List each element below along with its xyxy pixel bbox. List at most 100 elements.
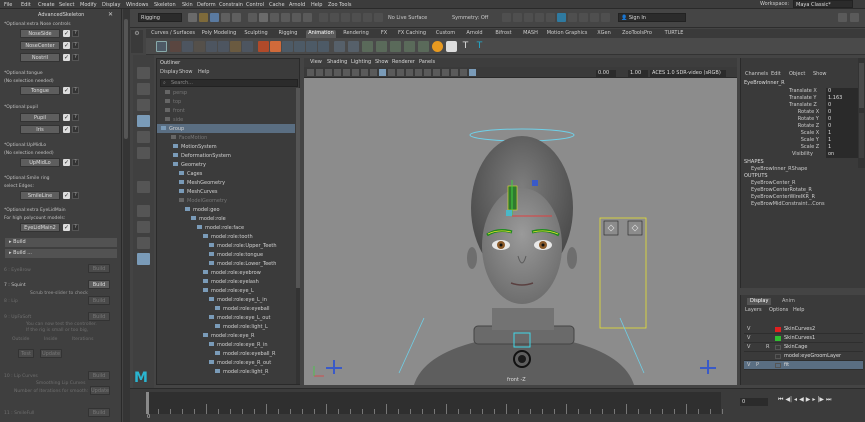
menu-display[interactable]: Display (102, 2, 120, 8)
face-control-slot[interactable] (627, 220, 643, 236)
layer-color-swatch[interactable] (775, 327, 781, 332)
play-backward-icon[interactable]: ◀ (799, 397, 804, 407)
output-node[interactable]: EyeBrowCenterWireIKR_R (751, 195, 815, 200)
iris-extra[interactable]: ? (72, 126, 79, 133)
channel-name[interactable]: Rotate Y (798, 117, 819, 122)
shelf-tab-arnold[interactable]: Arnold (462, 30, 487, 38)
outliner-item[interactable]: model:role:Lower_Teeth (157, 259, 295, 268)
outliner-item[interactable]: model:role:eye_L (157, 286, 295, 295)
shelf-tool-icon[interactable] (218, 41, 229, 52)
layer-visibility-toggle[interactable]: V (747, 327, 750, 332)
neck-mesh[interactable] (492, 308, 554, 330)
menu-control[interactable]: Control (246, 2, 264, 8)
camera-icon[interactable] (325, 69, 332, 76)
outliner-item[interactable]: model:role:light_R (157, 367, 295, 376)
arnold-icon[interactable] (568, 13, 577, 22)
layer-row[interactable]: V SkinCurves1 (744, 334, 863, 343)
go-to-start-icon[interactable]: ⏮ (778, 397, 783, 407)
outliner-menu-help[interactable]: Help (198, 70, 209, 75)
layer-row[interactable]: V Pfit (744, 361, 863, 370)
output-node[interactable]: EyeBrowCenter_R (751, 181, 796, 186)
layer-visibility-toggle[interactable]: V (747, 363, 750, 368)
layer-name[interactable]: SkinCurves2 (784, 327, 815, 332)
tongue-checkbox[interactable]: ✓ (63, 87, 70, 94)
shelf-tool-icon[interactable] (258, 41, 269, 52)
layer-color-swatch[interactable] (775, 354, 781, 359)
select-tool-icon[interactable] (137, 67, 150, 79)
ik-controller-left[interactable] (326, 360, 342, 374)
outliner-item[interactable]: model:role:eye_R_in (157, 340, 295, 349)
smile-line-button[interactable]: SmileLine (20, 191, 60, 200)
channel-menu-show[interactable]: Show (813, 72, 827, 77)
channel-name[interactable]: Visibility (792, 152, 813, 157)
viewport[interactable]: View Shading Lighting Show Renderer Panels 0.… (304, 58, 737, 385)
outliner-item[interactable]: model:role:tooth (157, 232, 295, 241)
shelf-tool-icon[interactable] (318, 41, 329, 52)
shelf-gear-icon[interactable]: ⚙ (131, 30, 143, 53)
squint-build-button[interactable]: Build (88, 280, 110, 289)
layer-tab-display[interactable]: Display (747, 298, 772, 305)
attribute-editor-side-tab[interactable] (859, 113, 864, 158)
snap-surface-icon[interactable] (363, 13, 372, 22)
ear-left[interactable] (467, 247, 477, 269)
shading-icon[interactable] (451, 69, 458, 76)
ear-right[interactable] (567, 247, 577, 269)
update-button[interactable]: Update (40, 349, 62, 358)
scale-tool-icon[interactable] (137, 147, 150, 159)
nose-center-extra[interactable]: ? (72, 42, 79, 49)
outliner-item[interactable]: model:role:Upper_Teeth (157, 241, 295, 250)
layer-color-swatch[interactable] (775, 363, 781, 368)
shelf-tool-icon[interactable] (376, 41, 387, 52)
layer-row[interactable]: model:eyeGroomLayer (744, 352, 863, 361)
paint-select-icon[interactable] (137, 99, 150, 111)
play-forward-icon[interactable]: ▶ (806, 397, 811, 407)
step-back-key-icon[interactable]: ◀| (785, 397, 792, 407)
toggle-icon[interactable] (590, 13, 599, 22)
nose-center-checkbox[interactable]: ✓ (63, 42, 70, 49)
shelf-tool-icon[interactable] (194, 41, 205, 52)
shelf-tool-icon[interactable] (418, 41, 429, 52)
outliner-item[interactable]: Group (157, 124, 295, 133)
redo-icon[interactable] (232, 13, 241, 22)
grid-icon[interactable] (379, 69, 386, 76)
tongue-button[interactable]: Tongue (20, 86, 60, 95)
channel-name[interactable]: Rotate Z (798, 124, 819, 129)
sign-in-dropdown[interactable]: 👤 Sign In (618, 13, 686, 22)
layer-name[interactable]: SkinCurves1 (784, 336, 815, 341)
ipr-icon[interactable] (524, 13, 533, 22)
save-scene-icon[interactable] (210, 13, 219, 22)
shelf-tool-icon[interactable] (294, 41, 305, 52)
layer-playback-toggle[interactable]: P (756, 363, 759, 368)
colorspace-dropdown[interactable]: ACES 1.0 SDR-video (sRGB) (650, 70, 726, 77)
shelf-tool-icon[interactable] (362, 41, 373, 52)
outliner-item[interactable]: model:role:light_L (157, 322, 295, 331)
viewport-menu-panels[interactable]: Panels (419, 60, 435, 65)
outliner-item[interactable]: MeshCurves (157, 187, 295, 196)
layer-color-swatch[interactable] (775, 345, 781, 350)
timeline[interactable]: 0 0 ⏮ ◀| ◂ ◀ ▶ ▸ |▶ ⏭ (130, 388, 865, 422)
snap-point-icon[interactable] (341, 13, 350, 22)
shelf-tab-xgen[interactable]: XGen (593, 30, 615, 38)
rotate-tool-icon[interactable] (137, 131, 150, 143)
viewport-menu-renderer[interactable]: Renderer (392, 60, 415, 65)
smilefull-build-button[interactable]: Build (88, 408, 110, 417)
menu-create[interactable]: Create (38, 2, 55, 8)
attribute-editor-toggle-icon[interactable] (850, 13, 859, 22)
select-hierarchy-icon[interactable] (248, 13, 257, 22)
history-icon[interactable] (502, 13, 511, 22)
left-panel-scrollbar[interactable] (123, 9, 130, 422)
camera-icon[interactable] (370, 69, 377, 76)
outliner-item[interactable]: DeformationSystem (157, 151, 295, 160)
layout-icon[interactable] (137, 237, 150, 249)
channel-name[interactable]: Scale Y (801, 138, 819, 143)
outliner-item[interactable]: model:role:eye_R (157, 331, 295, 340)
menu-zoo-tools[interactable]: Zoo Tools (328, 2, 351, 8)
tongue-extra[interactable]: ? (72, 87, 79, 94)
select-component-icon[interactable] (270, 13, 279, 22)
menu-cache[interactable]: Cache (269, 2, 285, 8)
channel-box-toggle-icon[interactable] (838, 13, 847, 22)
toggle-icon[interactable] (579, 13, 588, 22)
face-control-slot[interactable] (603, 220, 619, 236)
shelf-tool-icon[interactable] (334, 41, 345, 52)
render-view-icon[interactable] (557, 13, 566, 22)
